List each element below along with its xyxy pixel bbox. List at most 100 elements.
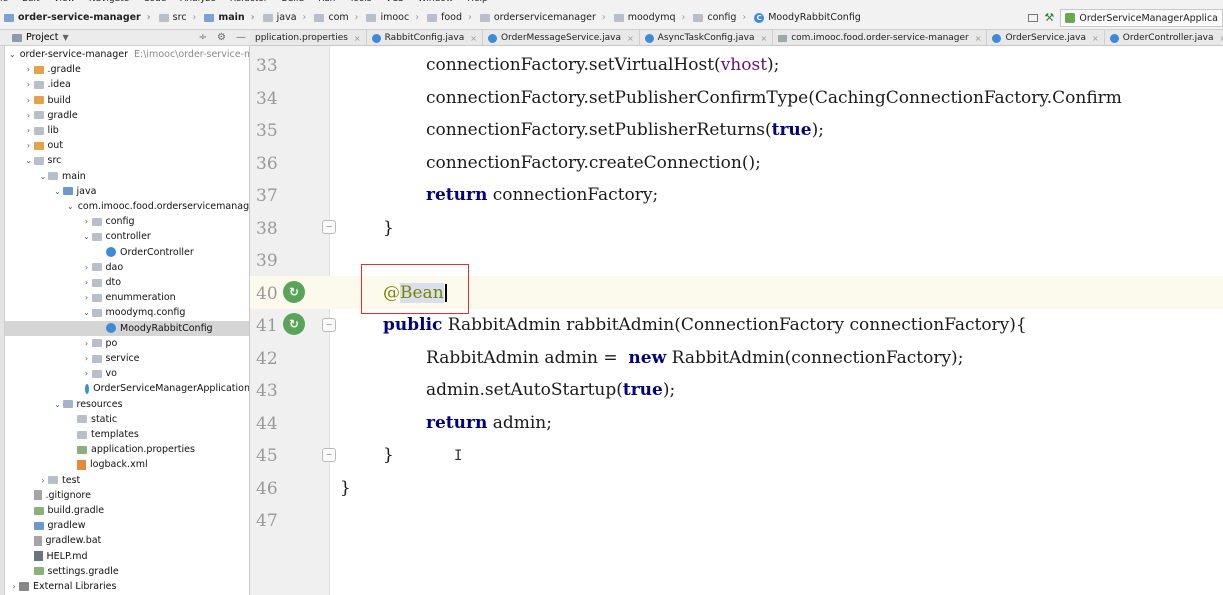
collapse-all-icon[interactable]: ÷ xyxy=(199,30,207,46)
close-icon[interactable]: × xyxy=(1092,34,1099,43)
tree-item[interactable]: MoodyRabbitConfig xyxy=(5,320,249,336)
tree-item[interactable]: › po xyxy=(5,336,249,351)
editor-tab[interactable]: RabbitConfig.java × xyxy=(367,30,483,45)
chevron-right-icon[interactable]: › xyxy=(82,217,92,226)
fold-marker-icon[interactable]: − xyxy=(322,220,336,234)
chevron-right-icon[interactable]: › xyxy=(82,278,92,287)
tree-item[interactable]: OrderController xyxy=(5,245,249,260)
chevron-right-icon[interactable]: › xyxy=(9,582,19,591)
tree-item[interactable]: › gradle xyxy=(5,108,249,123)
close-icon[interactable]: × xyxy=(761,34,768,43)
code-line[interactable]: connectionFactory.setVirtualHost(vhost); xyxy=(426,49,779,82)
run-bean-icon[interactable]: ↻ xyxy=(283,313,305,335)
tree-item[interactable]: › dao xyxy=(5,260,249,275)
tree-item[interactable]: HELP.md xyxy=(5,549,249,564)
breadcrumb-project[interactable]: order-service-manager › xyxy=(0,12,155,23)
code-line[interactable]: } xyxy=(340,472,351,505)
editor-tab[interactable]: OrderMessageService.java × xyxy=(483,30,640,45)
breadcrumb-item[interactable]: com › xyxy=(310,12,362,23)
breadcrumb-item[interactable]: java › xyxy=(259,12,311,23)
code-line[interactable]: } xyxy=(383,212,394,245)
hide-panel-icon[interactable]: — xyxy=(236,30,246,46)
tree-item[interactable]: › lib xyxy=(5,123,249,138)
tree-item[interactable]: ⌄ main xyxy=(5,169,249,184)
hammer-icon[interactable]: ⚒ xyxy=(1044,12,1054,23)
tree-item[interactable]: application.properties xyxy=(5,442,249,457)
tree-item[interactable]: logback.xml xyxy=(5,457,249,472)
project-panel-title[interactable]: Project xyxy=(26,32,59,43)
fold-marker-icon[interactable]: − xyxy=(322,448,336,462)
code-line[interactable]: connectionFactory.setPublisherReturns(tr… xyxy=(426,114,824,147)
tree-item[interactable]: › .idea xyxy=(5,77,249,92)
breadcrumb-item[interactable]: config › xyxy=(689,12,750,23)
chevron-right-icon[interactable]: › xyxy=(82,369,92,378)
breadcrumb-item[interactable]: moodymq › xyxy=(610,12,690,23)
tree-item[interactable]: › .gradle xyxy=(5,62,249,77)
editor-tab[interactable]: pplication.properties × xyxy=(250,30,367,45)
tree-item[interactable]: ⌄ resources xyxy=(5,397,249,412)
chevron-right-icon[interactable]: › xyxy=(24,65,34,74)
editor-tab[interactable]: OrderController.java × xyxy=(1105,30,1223,45)
chevron-down-icon[interactable]: ⌄ xyxy=(53,187,63,196)
tree-item[interactable]: › build xyxy=(5,93,249,108)
chevron-down-icon[interactable]: ▼ xyxy=(63,33,69,42)
chevron-down-icon[interactable]: ⌄ xyxy=(67,202,74,211)
tree-item[interactable]: settings.gradle xyxy=(5,564,249,579)
tree-item[interactable]: ⌄ order-service-manager E:\imooc\order-ser… xyxy=(5,47,249,62)
tree-item[interactable]: ⌄ java xyxy=(5,184,249,199)
tree-item[interactable]: ⌄ moodymq.config xyxy=(5,305,249,320)
project-tree[interactable]: ⌄ order-service-manager E:\imooc\order-ser… xyxy=(5,46,250,595)
tree-item[interactable]: gradlew.bat xyxy=(5,533,249,548)
chevron-right-icon[interactable]: › xyxy=(24,141,34,150)
chevron-down-icon[interactable]: ⌄ xyxy=(82,308,92,317)
chevron-right-icon[interactable]: › xyxy=(82,293,92,302)
tree-item[interactable]: › out xyxy=(5,138,249,153)
fold-marker-icon[interactable]: − xyxy=(322,318,336,332)
tree-item[interactable]: › vo xyxy=(5,366,249,381)
tree-item[interactable]: ⌄ com.imooc.food.orderservicemanage xyxy=(5,199,249,214)
chevron-right-icon[interactable]: › xyxy=(38,476,48,485)
tree-item[interactable]: build.gradle xyxy=(5,503,249,518)
breadcrumb-item[interactable]: src › xyxy=(155,12,201,23)
chevron-down-icon[interactable]: ⌄ xyxy=(38,172,48,181)
run-configuration-select[interactable]: OrderServiceManagerApplica xyxy=(1060,9,1223,27)
tree-item[interactable]: static xyxy=(5,412,249,427)
tree-item[interactable]: .gitignore xyxy=(5,488,249,503)
tree-item[interactable]: ⌄ controller xyxy=(5,229,249,244)
chevron-right-icon[interactable]: › xyxy=(24,96,34,105)
breadcrumb-item[interactable]: main › xyxy=(200,12,258,23)
editor-tab[interactable]: com.imooc.food.order-service-manager × xyxy=(773,30,988,45)
gear-icon[interactable]: ⚙ xyxy=(217,30,226,46)
close-icon[interactable]: × xyxy=(975,34,982,43)
tree-item[interactable]: › External Libraries xyxy=(5,579,249,594)
chevron-right-icon[interactable]: › xyxy=(82,339,92,348)
tree-item[interactable]: › config xyxy=(5,214,249,229)
breadcrumb-item[interactable]: C MoodyRabbitConfig xyxy=(750,12,865,23)
tree-item[interactable]: gradlew xyxy=(5,518,249,533)
tree-item[interactable]: templates xyxy=(5,427,249,442)
editor-tab[interactable]: OrderService.java × xyxy=(987,30,1105,45)
tree-item[interactable]: › service xyxy=(5,351,249,366)
chevron-down-icon[interactable]: ⌄ xyxy=(53,400,63,409)
chevron-down-icon[interactable]: ⌄ xyxy=(9,50,16,59)
code-line[interactable]: RabbitAdmin admin = new RabbitAdmin(conn… xyxy=(426,342,963,375)
code-line[interactable]: connectionFactory.createConnection(); xyxy=(426,147,761,180)
chevron-right-icon[interactable]: › xyxy=(82,263,92,272)
close-icon[interactable]: × xyxy=(470,34,477,43)
tree-item[interactable]: ⌄ src xyxy=(5,153,249,168)
close-icon[interactable]: × xyxy=(1219,34,1223,43)
run-bean-icon[interactable]: ↻ xyxy=(283,281,305,303)
close-icon[interactable]: × xyxy=(627,34,634,43)
chevron-right-icon[interactable]: › xyxy=(24,80,34,89)
breadcrumb-item[interactable]: orderservicemanager › xyxy=(476,12,610,23)
chevron-down-icon[interactable]: ⌄ xyxy=(82,232,92,241)
chevron-right-icon[interactable]: › xyxy=(82,354,92,363)
chevron-right-icon[interactable]: › xyxy=(24,111,34,120)
tree-item[interactable]: OrderServiceManagerApplication xyxy=(5,381,249,396)
code-line[interactable]: return admin; xyxy=(426,407,552,440)
breadcrumb-item[interactable]: imooc › xyxy=(362,12,423,23)
code-line[interactable]: return connectionFactory; xyxy=(426,179,658,212)
code-line[interactable]: admin.setAutoStartup(true); xyxy=(426,374,675,407)
layout-icon[interactable] xyxy=(1028,14,1039,22)
editor-tab[interactable]: AsyncTaskConfig.java × xyxy=(640,30,774,45)
